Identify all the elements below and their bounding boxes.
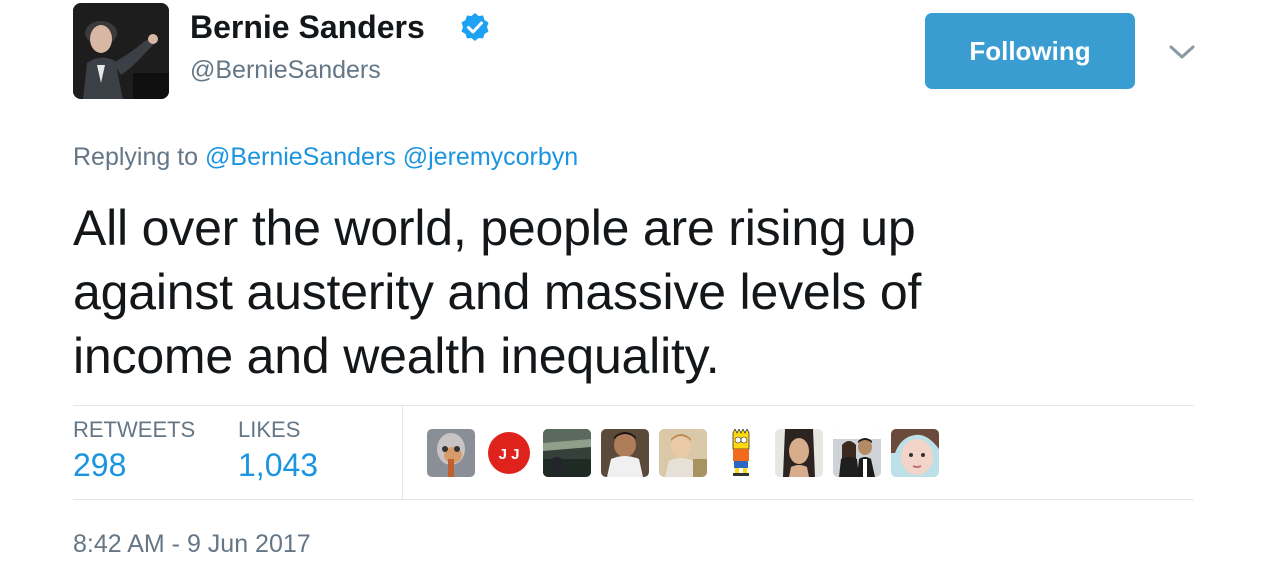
liker-avatar-6-photo	[717, 429, 765, 477]
divider	[73, 405, 1194, 406]
stats-divider	[402, 406, 403, 499]
tweet-text-line: All over the world, people are rising up	[73, 200, 916, 256]
tweet-text-line: against austerity and massive levels of	[73, 264, 922, 320]
mention-separator	[396, 143, 403, 171]
liker-avatar-4[interactable]	[601, 429, 649, 477]
author-avatar[interactable]	[73, 3, 169, 99]
liker-avatar-9-photo	[891, 429, 939, 477]
liker-avatar-2[interactable]: J J	[487, 429, 535, 477]
liker-avatar-9[interactable]	[891, 429, 939, 477]
retweets-count[interactable]: 298	[73, 445, 195, 485]
retweets-label: RETWEETS	[73, 417, 196, 442]
mention-link-jeremycorbyn[interactable]: @jeremycorbyn	[403, 143, 578, 171]
chevron-down-icon[interactable]	[1168, 40, 1196, 64]
liker-avatar-1[interactable]	[427, 429, 475, 477]
liker-avatar-8-photo	[833, 429, 881, 477]
replying-to: Replying to @BernieSanders @jeremycorbyn	[73, 142, 578, 172]
liker-avatar-2-photo: J J	[487, 429, 535, 477]
liker-avatar-5[interactable]	[659, 429, 707, 477]
liker-avatar-5-photo	[659, 429, 707, 477]
retweets-stat[interactable]: RETWEETS 298	[73, 417, 195, 485]
liker-badge-text: J J	[499, 446, 520, 463]
following-button[interactable]: Following	[925, 13, 1135, 89]
liker-avatar-1-photo	[427, 429, 475, 477]
liker-avatar-4-photo	[601, 429, 649, 477]
reply-prefix: Replying to	[73, 143, 206, 171]
liker-avatar-7-photo	[775, 429, 823, 477]
likes-label: LIKES	[238, 417, 301, 442]
avatar-photo	[73, 3, 169, 99]
liker-avatar-6[interactable]	[717, 429, 765, 477]
liker-avatar-8[interactable]	[833, 429, 881, 477]
liker-avatar-3[interactable]	[543, 429, 591, 477]
likes-count[interactable]: 1,043	[238, 445, 318, 485]
author-handle[interactable]: @BernieSanders	[190, 55, 381, 85]
liker-avatar-3-photo	[543, 429, 591, 477]
tweet-timestamp[interactable]: 8:42 AM - 9 Jun 2017	[73, 529, 311, 559]
tweet-text: All over the world, people are rising up…	[73, 196, 1133, 388]
verified-badge-icon	[461, 13, 489, 41]
likes-stat[interactable]: LIKES 1,043	[238, 417, 318, 485]
tweet-text-line: income and wealth inequality.	[73, 328, 720, 384]
liker-avatar-7[interactable]	[775, 429, 823, 477]
divider	[73, 499, 1194, 500]
mention-link-berniesanders[interactable]: @BernieSanders	[205, 143, 396, 171]
author-name[interactable]: Bernie Sanders	[190, 9, 425, 45]
